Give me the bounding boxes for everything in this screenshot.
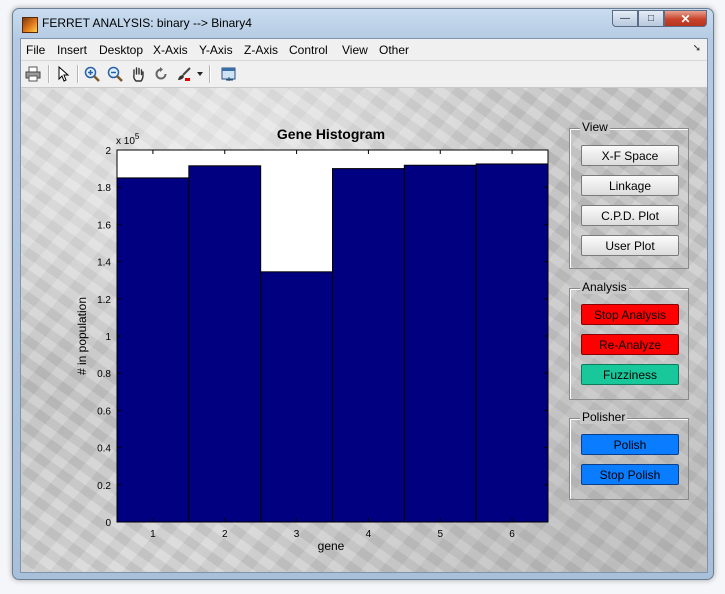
menu-x-axis[interactable]: X-Axis — [153, 43, 188, 57]
menu-other[interactable]: Other — [379, 43, 409, 57]
y-tick-label: 1.6 — [97, 220, 111, 231]
y-tick-label: 0.6 — [97, 406, 111, 417]
pan-icon[interactable] — [127, 63, 149, 85]
analysis-panel: Analysis Stop Analysis Re-Analyze Fuzzin… — [569, 280, 689, 400]
dropdown-arrow-icon[interactable] — [195, 63, 205, 85]
title-bar[interactable]: FERRET ANALYSIS: binary --> Binary4 — □ … — [13, 9, 713, 39]
view-panel: View X-F Space Linkage C.P.D. Plot User … — [569, 120, 689, 269]
menu-desktop[interactable]: Desktop — [99, 43, 143, 57]
maximize-button[interactable]: □ — [638, 10, 664, 27]
toolbar-separator — [48, 65, 50, 83]
y-axis-label: # in population — [75, 297, 89, 375]
x-tick-label: 3 — [294, 529, 300, 540]
y-tick-label: 1.2 — [97, 295, 111, 306]
bar-gene-6 — [475, 163, 549, 523]
menu-bar: File Insert Desktop X-Axis Y-Axis Z-Axis… — [21, 39, 707, 61]
y-tick-label: 0 — [105, 518, 111, 529]
bar-gene-2 — [188, 165, 262, 523]
analysis-panel-title: Analysis — [580, 280, 629, 294]
zoom-out-icon[interactable] — [104, 63, 126, 85]
menu-z-axis[interactable]: Z-Axis — [244, 43, 278, 57]
y-tick-label: 0.4 — [97, 444, 111, 455]
toolbar-separator — [77, 65, 79, 83]
application-window: FERRET ANALYSIS: binary --> Binary4 — □ … — [12, 8, 714, 580]
bar-gene-1 — [116, 177, 190, 523]
y-tick-label: 1.4 — [97, 258, 111, 269]
polisher-panel-title: Polisher — [580, 410, 628, 424]
pointer-icon[interactable] — [52, 63, 74, 85]
x-axis-label: gene — [318, 539, 345, 553]
bar-gene-4 — [332, 168, 405, 523]
y-axis-multiplier: x 105 — [116, 132, 140, 147]
matlab-logo-icon — [22, 17, 38, 33]
fuzziness-button[interactable]: Fuzziness — [581, 364, 679, 385]
figure-client-area: File Insert Desktop X-Axis Y-Axis Z-Axis… — [20, 38, 708, 573]
x-tick-label: 1 — [150, 529, 156, 540]
stop-analysis-button[interactable]: Stop Analysis — [581, 304, 679, 325]
close-button[interactable]: ✕ — [664, 10, 707, 27]
y-tick-label: 0.8 — [97, 369, 111, 380]
menu-control[interactable]: Control — [289, 43, 328, 57]
chart-title: Gene Histogram — [277, 126, 385, 142]
x-tick-label: 4 — [366, 529, 372, 540]
x-tick-label: 2 — [222, 529, 228, 540]
data-brush-icon[interactable] — [173, 63, 195, 85]
dock-icon[interactable] — [218, 63, 240, 85]
xf-space-button[interactable]: X-F Space — [581, 145, 679, 166]
y-tick-label: 0.2 — [97, 481, 111, 492]
x-tick-label: 6 — [509, 529, 515, 540]
minimize-button[interactable]: — — [612, 10, 638, 27]
figure-toolbar — [21, 61, 707, 88]
stop-polish-button[interactable]: Stop Polish — [581, 464, 679, 485]
menu-y-axis[interactable]: Y-Axis — [199, 43, 233, 57]
menu-overflow-arrow-icon[interactable]: ➘ — [693, 43, 701, 54]
gene-histogram-chart: Gene Histogram x 105 # in population gen… — [75, 126, 549, 553]
x-tick-label: 5 — [437, 529, 443, 540]
rotate-icon[interactable] — [150, 63, 172, 85]
figure-canvas: Gene Histogram x 105 # in population gen… — [21, 88, 707, 572]
zoom-in-icon[interactable] — [81, 63, 103, 85]
menu-file[interactable]: File — [26, 43, 45, 57]
window-title: FERRET ANALYSIS: binary --> Binary4 — [42, 16, 252, 30]
window-controls: — □ ✕ — [612, 10, 707, 29]
menu-insert[interactable]: Insert — [57, 43, 87, 57]
y-tick-label: 2 — [105, 146, 111, 157]
menu-view[interactable]: View — [342, 43, 368, 57]
polish-button[interactable]: Polish — [581, 434, 679, 455]
view-panel-title: View — [580, 120, 610, 134]
y-tick-label: 1 — [105, 332, 111, 343]
polisher-panel: Polisher Polish Stop Polish — [569, 410, 689, 500]
toolbar-separator — [209, 65, 211, 83]
re-analyze-button[interactable]: Re-Analyze — [581, 334, 679, 355]
cpd-plot-button[interactable]: C.P.D. Plot — [581, 205, 679, 226]
y-tick-label: 1.8 — [97, 183, 111, 194]
linkage-button[interactable]: Linkage — [581, 175, 679, 196]
print-icon[interactable] — [22, 63, 44, 85]
bar-series — [116, 163, 549, 523]
user-plot-button[interactable]: User Plot — [581, 235, 679, 256]
bar-gene-5 — [403, 164, 477, 523]
bar-gene-3 — [260, 271, 334, 523]
